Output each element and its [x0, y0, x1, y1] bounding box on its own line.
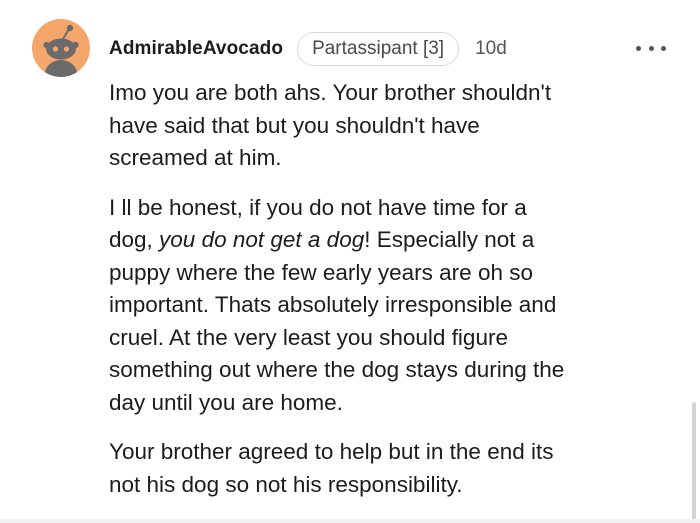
comment: AdmirableAvocado Partassipant [3] 10d Im…: [0, 0, 700, 523]
comment-paragraph: Your brother agreed to help but in the e…: [109, 436, 679, 501]
text-line: have said that but you shouldn't have: [109, 112, 480, 138]
text-line: important. Thats absolutely irresponsibl…: [109, 292, 557, 317]
avatar[interactable]: [32, 19, 90, 77]
text-line: screamed at him.: [109, 145, 282, 170]
text-line: dog, you do not get a dog! Especially no…: [109, 224, 679, 257]
more-dot: [648, 45, 654, 51]
more-options-icon[interactable]: [636, 38, 666, 58]
text-segment: dog,: [109, 227, 160, 252]
scrollbar[interactable]: [692, 402, 696, 520]
comment-header: AdmirableAvocado Partassipant [3] 10d: [109, 32, 507, 66]
more-dot: [661, 45, 666, 51]
user-flair: Partassipant [3]: [297, 32, 460, 66]
text-line: something out where the dog stays during…: [109, 357, 565, 382]
text-line: day until you are home.: [109, 389, 343, 415]
text-line: I ll be honest, if you do not have time …: [109, 194, 527, 220]
text-line: not his dog so not his responsibility.: [109, 471, 463, 497]
text-segment: ! Especially not a: [364, 227, 535, 252]
italic-text: you do not get a dog: [159, 227, 365, 252]
text-line: puppy where the few early years are oh s…: [109, 259, 533, 285]
username[interactable]: AdmirableAvocado: [109, 38, 283, 60]
text-line: cruel. At the very least you should figu…: [109, 324, 508, 350]
divider: [0, 519, 700, 523]
comment-paragraph: Imo you are both ahs. Your brother shoul…: [109, 77, 679, 175]
reddit-snoo-avatar-icon: [43, 24, 79, 77]
comment-body: Imo you are both ahs. Your brother shoul…: [109, 77, 679, 518]
more-dot: [636, 45, 641, 51]
text-line: Imo you are both ahs. Your brother shoul…: [109, 80, 552, 105]
timestamp: 10d: [475, 38, 507, 59]
comment-paragraph: I ll be honest, if you do not have time …: [109, 192, 679, 420]
text-line: Your brother agreed to help but in the e…: [109, 439, 554, 464]
